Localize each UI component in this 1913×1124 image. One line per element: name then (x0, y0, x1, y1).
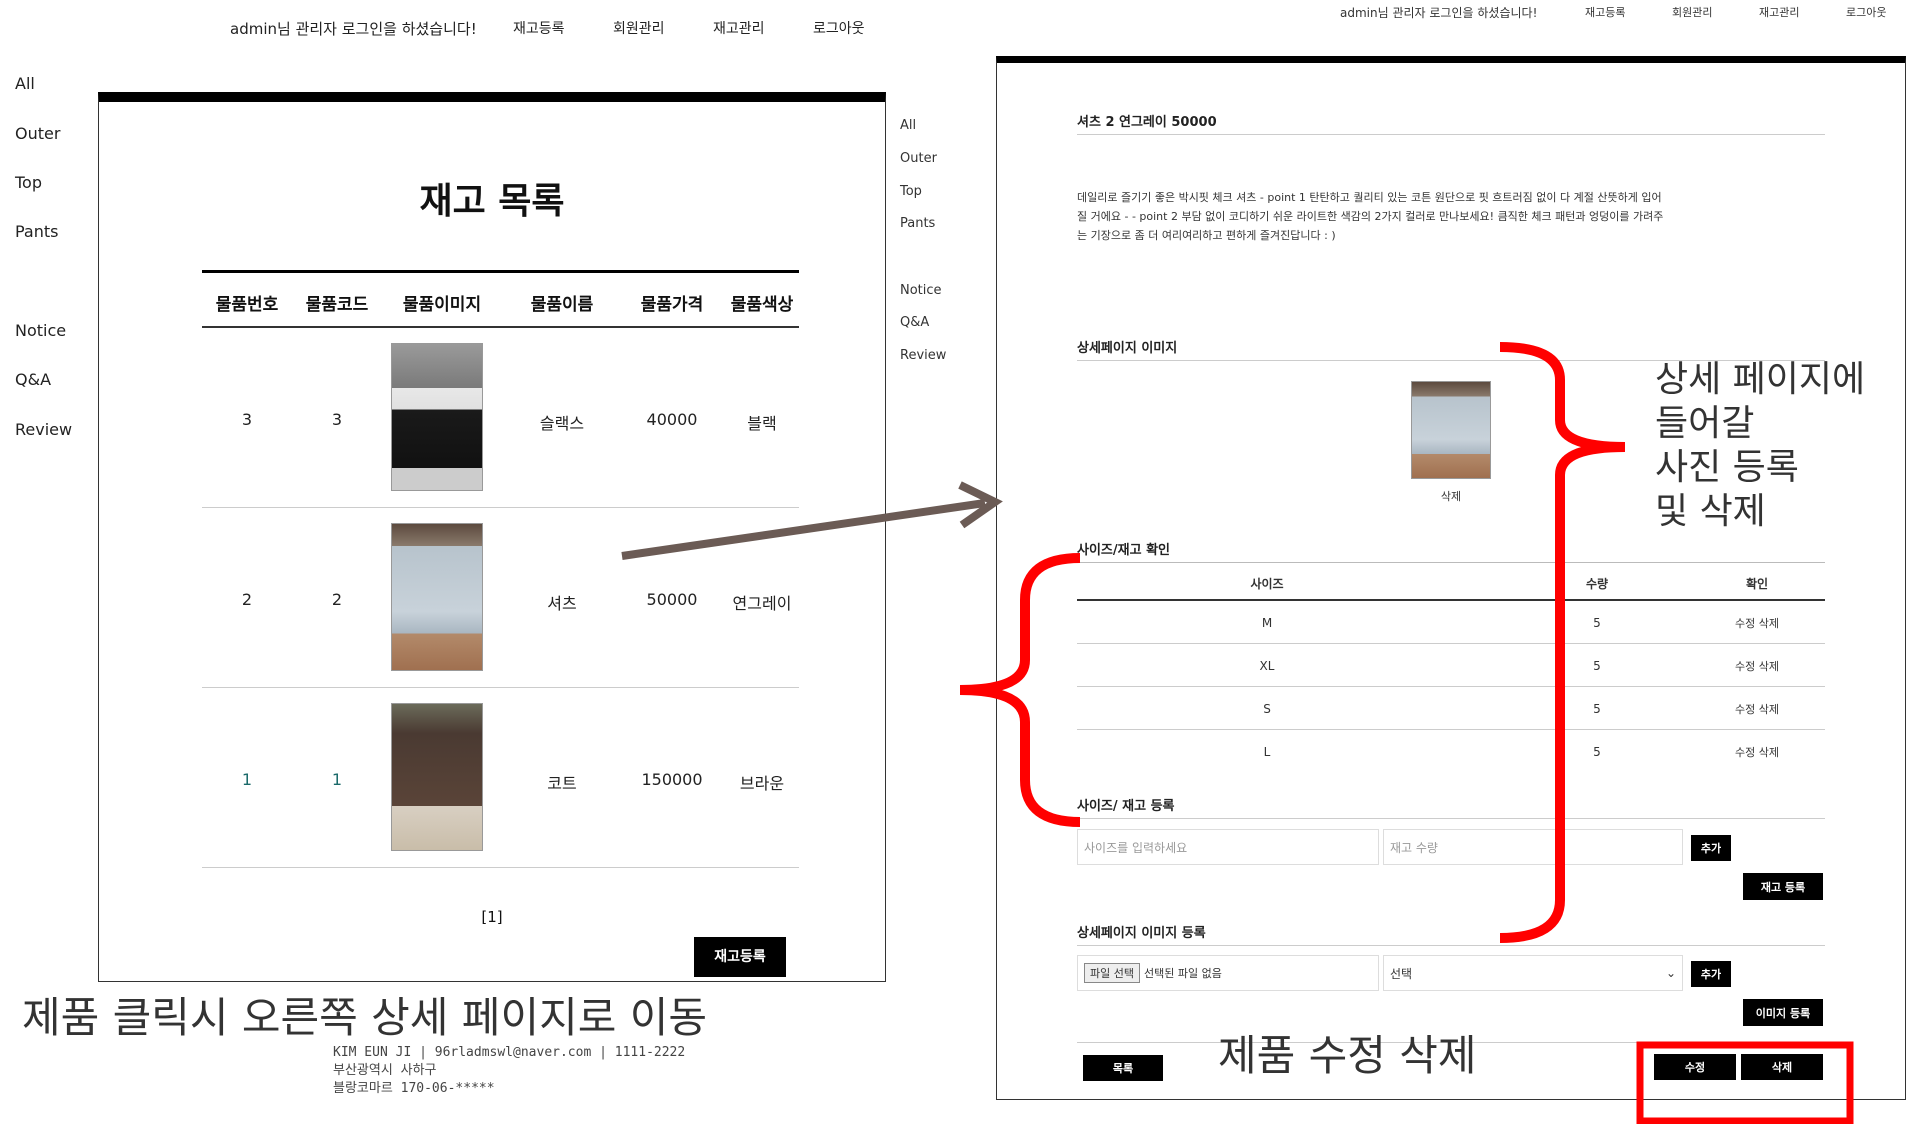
annotation-line: 및 삭제 (1655, 491, 1766, 532)
annotation-bottom-left: 제품 클릭시 오른쪽 상세 페이지로 이동 (22, 993, 707, 1042)
annotation-line: 상세 페이지에 (1655, 359, 1866, 400)
annotation-line: 사진 등록 (1655, 447, 1799, 488)
red-brace-left (959, 553, 1081, 827)
navigation-arrow (621, 499, 986, 560)
red-highlight-box (1636, 1041, 1854, 1124)
annotation-overlay (621, 342, 1854, 1124)
annotation-line: 들어갈 (1655, 403, 1755, 444)
annotation-bottom-right: 제품 수정 삭제 (1218, 1031, 1477, 1080)
red-brace-right (1499, 342, 1626, 943)
annotation-right-side: 상세 페이지에 들어갈 사진 등록 및 삭제 (1655, 358, 1865, 534)
